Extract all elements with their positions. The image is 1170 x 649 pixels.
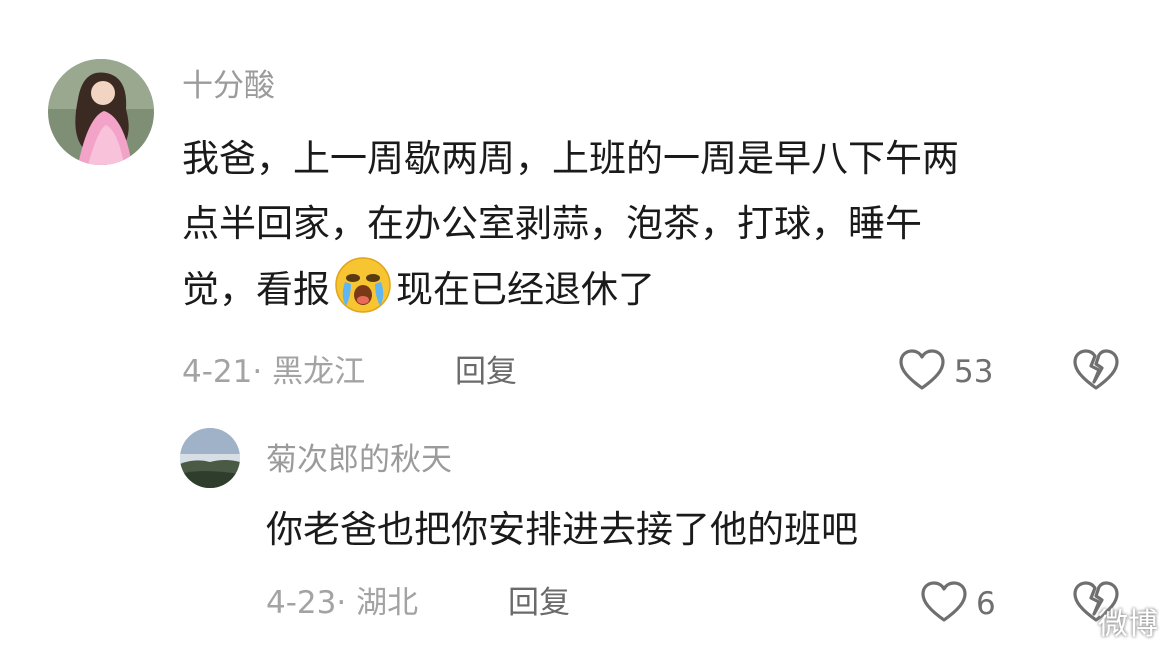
comment-content: 你老爸也把你安排进去接了他的班吧	[266, 508, 858, 551]
content-line: 觉，看报 现在已经退休了	[182, 256, 1142, 322]
timestamp-location: 4-23· 湖北	[266, 585, 419, 621]
reply-button[interactable]: 回复	[508, 583, 570, 623]
watermark: 微博	[1098, 607, 1158, 642]
content-line: 点半回家，在办公室剥蒜，泡茶，打球，睡午	[182, 202, 922, 245]
like-button[interactable]: 6	[920, 580, 996, 628]
timestamp-location: 4-21· 黑龙江	[182, 354, 366, 390]
content-text: 觉，看报	[182, 268, 330, 311]
heart-icon	[920, 580, 968, 628]
content-text: 现在已经退休了	[396, 268, 655, 311]
avatar[interactable]	[48, 59, 154, 165]
reply-button[interactable]: 回复	[455, 352, 517, 392]
like-count: 6	[976, 586, 996, 622]
content-line: 我爸，上一周歇两周，上班的一周是早八下午两	[182, 137, 959, 180]
comment-content: 我爸，上一周歇两周，上班的一周是早八下午两 点半回家，在办公室剥蒜，泡茶，打球，…	[182, 126, 1142, 322]
like-count: 53	[954, 354, 994, 390]
dislike-button[interactable]	[1072, 348, 1120, 396]
crying-face-icon	[334, 256, 392, 314]
username[interactable]: 菊次郎的秋天	[266, 440, 452, 480]
heart-icon	[898, 348, 946, 396]
like-button[interactable]: 53	[898, 348, 993, 396]
username[interactable]: 十分酸	[182, 66, 275, 106]
broken-heart-icon	[1072, 349, 1120, 396]
avatar[interactable]	[180, 428, 240, 488]
